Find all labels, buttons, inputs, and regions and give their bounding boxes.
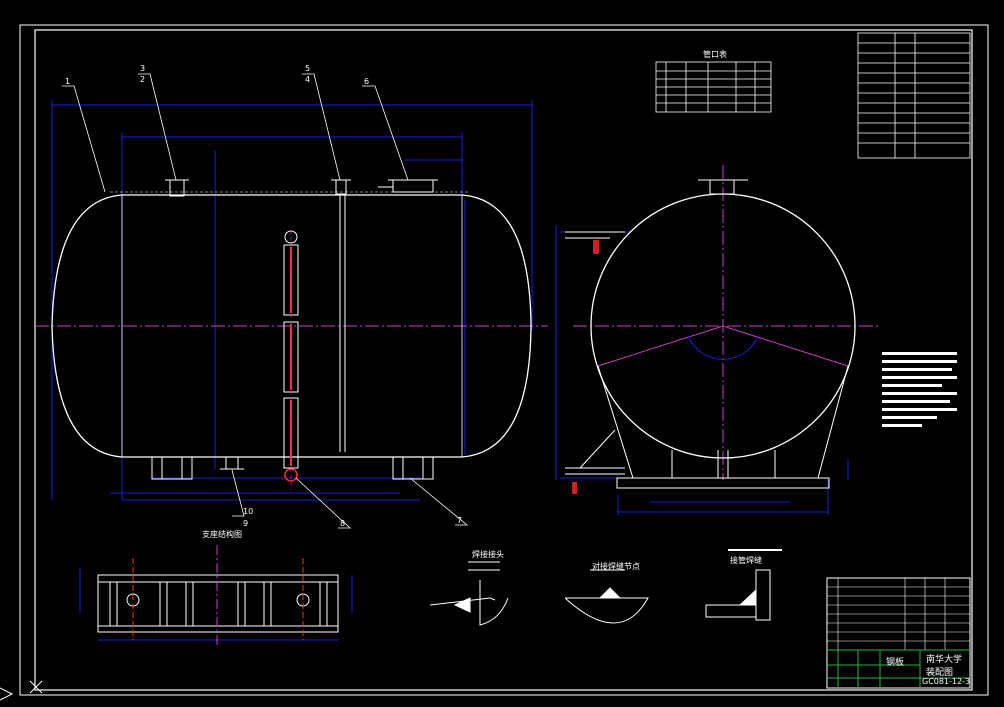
balloon-6: 6 [364,77,370,86]
balloon-7: 7 [457,516,463,525]
balloon-9: 9 [243,519,249,528]
detail-a-title: 焊接接头 [472,550,504,559]
balloon-2: 2 [140,75,146,84]
nozzle-table [655,61,772,113]
balloon-10: 10 [243,507,254,516]
inner-frame [34,29,973,691]
balloon-3: 3 [140,64,146,73]
level-gauge [283,230,299,490]
support-section-view [79,545,353,645]
title-block-school: 南华大学 [926,655,963,665]
cad-drawing-canvas[interactable] [0,0,1004,707]
balloon-5: 5 [305,64,311,73]
title-block-drawing-no: GC081-12-3 [922,677,971,686]
balloon-4: 4 [305,75,311,84]
title-block-material: 钢板 [886,658,905,668]
technical-data-table [857,32,971,159]
detail-b-title: 对接焊缝节点 [592,562,640,571]
balloon-1: 1 [65,77,71,86]
detail-c-title: 接管焊缝 [730,556,762,565]
support-section-title: 支座结构图 [202,530,242,539]
front-view [35,73,548,529]
outer-frame [19,24,989,696]
technical-requirements [882,352,957,427]
side-view [555,165,880,515]
balloon-8: 8 [340,519,346,528]
nozzle-table-title: 管口表 [703,50,727,59]
